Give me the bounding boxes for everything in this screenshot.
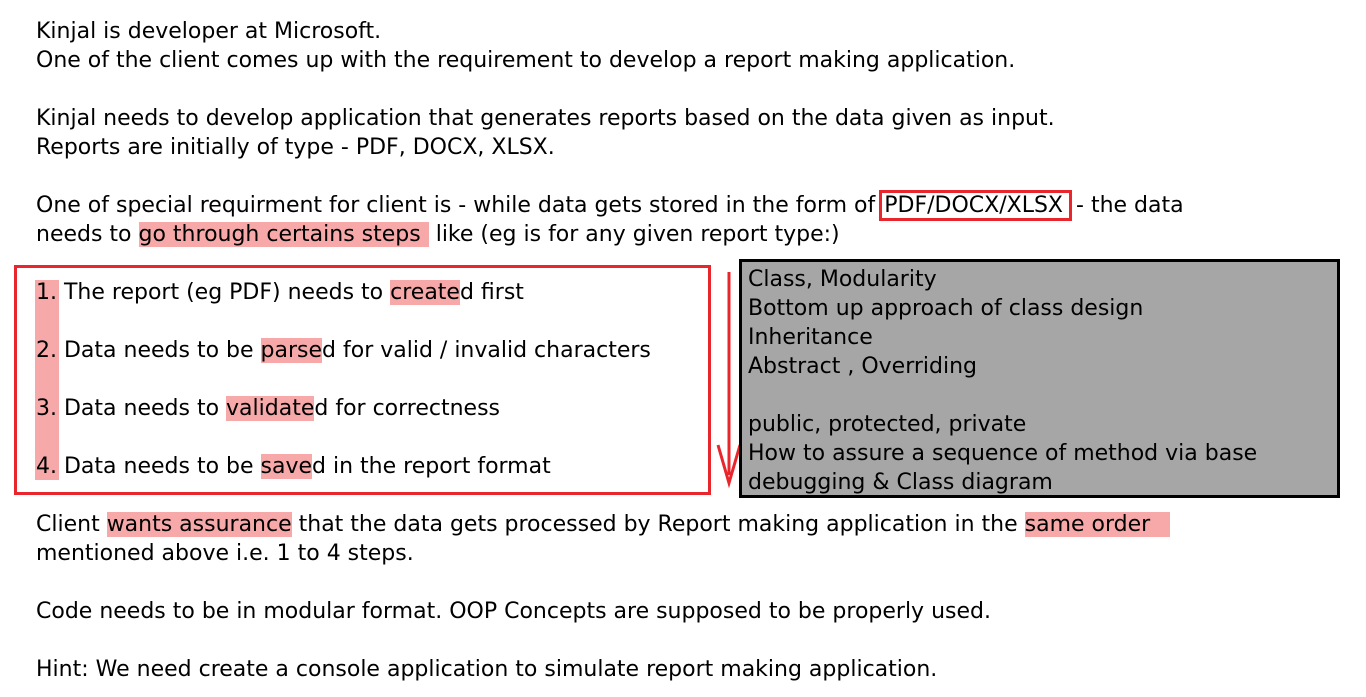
step-number-highlight xyxy=(35,280,59,480)
intro-line-4: Reports are initially of type - PDF, DOC… xyxy=(36,135,555,160)
step-keyword-highlight: create xyxy=(390,280,460,305)
step-keyword-highlight: validate xyxy=(226,396,315,421)
concept-item: Inheritance xyxy=(748,325,873,350)
step-text: Data needs to be xyxy=(57,338,261,363)
modular-line: Code needs to be in modular format. OOP … xyxy=(36,599,991,624)
step-text: d in the report format xyxy=(312,454,551,479)
steps-phrase-highlight: go through certains steps xyxy=(138,222,429,247)
special-text-after: - the data xyxy=(1069,193,1184,218)
hint-line: Hint: We need create a console applicati… xyxy=(36,657,938,682)
concept-item: debugging & Class diagram xyxy=(748,470,1053,495)
assurance-line-2: mentioned above i.e. 1 to 4 steps. xyxy=(36,541,414,566)
assurance-text: that the data gets processed by Report m… xyxy=(291,512,1025,537)
intro-line-3: Kinjal needs to develop application that… xyxy=(36,106,1055,131)
step-number: 1. xyxy=(36,280,57,305)
concept-item: Class, Modularity xyxy=(748,267,937,292)
concept-item: public, protected, private xyxy=(748,412,1027,437)
step-number: 4. xyxy=(36,454,57,479)
step-keyword-highlight: save xyxy=(260,454,313,479)
step-text: The report (eg PDF) needs to xyxy=(57,280,391,305)
concept-item: Abstract , Overriding xyxy=(748,354,978,379)
step-item-3: 3. Data needs to validated for correctne… xyxy=(36,394,500,423)
step-number: 3. xyxy=(36,396,57,421)
step-text: d for correctness xyxy=(314,396,501,421)
special-line-1: One of special requirment for client is … xyxy=(36,190,1184,221)
same-order-highlight: same order xyxy=(1024,512,1171,537)
wants-assurance-highlight: wants assurance xyxy=(106,512,292,537)
intro-line-1: Kinjal is developer at Microsoft. xyxy=(36,19,382,44)
concept-item: How to assure a sequence of method via b… xyxy=(748,441,1258,466)
intro-line-2: One of the client comes up with the requ… xyxy=(36,48,1016,73)
step-number: 2. xyxy=(36,338,57,363)
concepts-box: Class, Modularity Bottom up approach of … xyxy=(739,259,1340,498)
step-text: Data needs to xyxy=(57,396,227,421)
special-line2-after: like (eg is for any given report type:) xyxy=(428,222,840,247)
concept-item: Bottom up approach of class design xyxy=(748,296,1144,321)
assurance-text: Client xyxy=(36,512,107,537)
step-item-2: 2. Data needs to be parsed for valid / i… xyxy=(36,336,651,365)
special-text-before: One of special requirment for client is … xyxy=(36,193,883,218)
step-keyword-highlight: parse xyxy=(260,338,323,363)
formats-boxed: PDF/DOCX/XLSX xyxy=(879,190,1073,221)
assurance-line-1: Client wants assurance that the data get… xyxy=(36,510,1171,539)
step-item-1: 1. The report (eg PDF) needs to created … xyxy=(36,278,524,307)
step-item-4: 4. Data needs to be saved in the report … xyxy=(36,452,551,481)
step-text: d first xyxy=(459,280,524,305)
step-text: d for valid / invalid characters xyxy=(322,338,651,363)
special-line-2: needs to go through certains steps like … xyxy=(36,220,840,249)
step-text: Data needs to be xyxy=(57,454,261,479)
special-line2-before: needs to xyxy=(36,222,139,247)
